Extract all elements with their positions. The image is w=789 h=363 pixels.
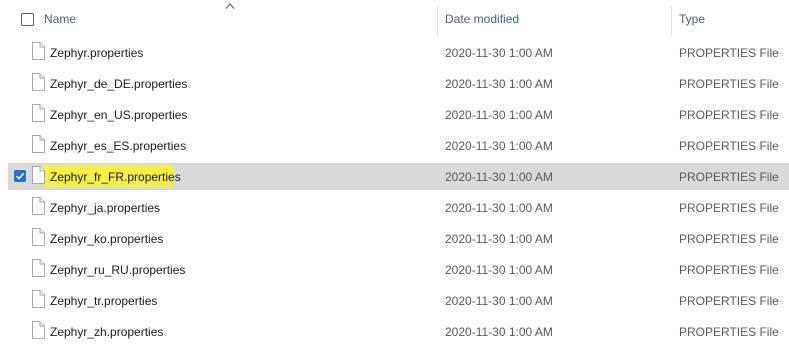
- row-checkbox[interactable]: [14, 170, 26, 182]
- file-name[interactable]: Zephyr_zh.properties: [50, 316, 163, 347]
- file-type: PROPERTIES File: [679, 169, 779, 184]
- file-icon: [32, 166, 45, 184]
- file-icon: [32, 321, 45, 339]
- column-header-type[interactable]: Type: [673, 0, 789, 38]
- file-name[interactable]: Zephyr_tr.properties: [50, 285, 157, 316]
- file-row[interactable]: Zephyr_tr.properties 2020-11-30 1:00 AM …: [0, 285, 789, 316]
- file-type: PROPERTIES File: [679, 293, 779, 308]
- file-date-modified: 2020-11-30 1:00 AM: [445, 293, 553, 308]
- file-date-modified: 2020-11-30 1:00 AM: [445, 231, 553, 246]
- file-row[interactable]: Zephyr_ko.properties 2020-11-30 1:00 AM …: [0, 223, 789, 254]
- file-icon: [32, 228, 45, 246]
- file-row[interactable]: Zephyr_ja.properties 2020-11-30 1:00 AM …: [0, 192, 789, 223]
- column-header-date[interactable]: Date modified: [439, 0, 670, 38]
- file-type: PROPERTIES File: [679, 76, 779, 91]
- file-name[interactable]: Zephyr_ko.properties: [50, 223, 163, 254]
- column-header-date-label: Date modified: [445, 12, 520, 26]
- column-resize-handle[interactable]: [671, 6, 672, 36]
- file-date-modified: 2020-11-30 1:00 AM: [445, 262, 553, 277]
- file-type: PROPERTIES File: [679, 200, 779, 215]
- file-icon: [32, 259, 45, 277]
- file-icon: [32, 104, 45, 122]
- file-date-modified: 2020-11-30 1:00 AM: [445, 107, 553, 122]
- file-type: PROPERTIES File: [679, 107, 779, 122]
- file-date-modified: 2020-11-30 1:00 AM: [445, 45, 553, 60]
- sort-ascending-icon: [225, 3, 235, 9]
- file-name[interactable]: Zephyr_fr_FR.properties: [50, 161, 181, 192]
- file-icon: [32, 197, 45, 215]
- file-name[interactable]: Zephyr_ja.properties: [50, 192, 160, 223]
- file-date-modified: 2020-11-30 1:00 AM: [445, 76, 553, 91]
- file-date-modified: 2020-11-30 1:00 AM: [445, 138, 553, 153]
- file-name[interactable]: Zephyr.properties: [50, 37, 143, 68]
- column-header-name-label: Name: [44, 12, 77, 26]
- file-date-modified: 2020-11-30 1:00 AM: [445, 169, 553, 184]
- file-name[interactable]: Zephyr_es_ES.properties: [50, 130, 186, 161]
- file-icon: [32, 42, 45, 60]
- file-name[interactable]: Zephyr_ru_RU.properties: [50, 254, 185, 285]
- file-row[interactable]: Zephyr.properties 2020-11-30 1:00 AM PRO…: [0, 37, 789, 68]
- select-all-checkbox[interactable]: [21, 13, 34, 26]
- column-header-name[interactable]: Name: [0, 0, 437, 38]
- column-header: Name Date modified Type: [0, 0, 789, 38]
- file-icon: [32, 73, 45, 91]
- file-icon: [32, 135, 45, 153]
- file-row[interactable]: Zephyr_en_US.properties 2020-11-30 1:00 …: [0, 99, 789, 130]
- file-type: PROPERTIES File: [679, 138, 779, 153]
- file-date-modified: 2020-11-30 1:00 AM: [445, 200, 553, 215]
- file-row[interactable]: Zephyr_fr_FR.properties 2020-11-30 1:00 …: [0, 161, 789, 192]
- file-date-modified: 2020-11-30 1:00 AM: [445, 324, 553, 339]
- file-name[interactable]: Zephyr_de_DE.properties: [50, 68, 187, 99]
- file-icon: [32, 290, 45, 308]
- file-row[interactable]: Zephyr_es_ES.properties 2020-11-30 1:00 …: [0, 130, 789, 161]
- file-row[interactable]: Zephyr_ru_RU.properties 2020-11-30 1:00 …: [0, 254, 789, 285]
- file-list: Zephyr.properties 2020-11-30 1:00 AM PRO…: [0, 37, 789, 347]
- column-header-type-label: Type: [679, 12, 706, 26]
- file-type: PROPERTIES File: [679, 231, 779, 246]
- file-type: PROPERTIES File: [679, 262, 779, 277]
- file-row[interactable]: Zephyr_zh.properties 2020-11-30 1:00 AM …: [0, 316, 789, 347]
- file-name[interactable]: Zephyr_en_US.properties: [50, 99, 187, 130]
- column-resize-handle[interactable]: [437, 6, 438, 36]
- file-type: PROPERTIES File: [679, 324, 779, 339]
- file-type: PROPERTIES File: [679, 45, 779, 60]
- file-row[interactable]: Zephyr_de_DE.properties 2020-11-30 1:00 …: [0, 68, 789, 99]
